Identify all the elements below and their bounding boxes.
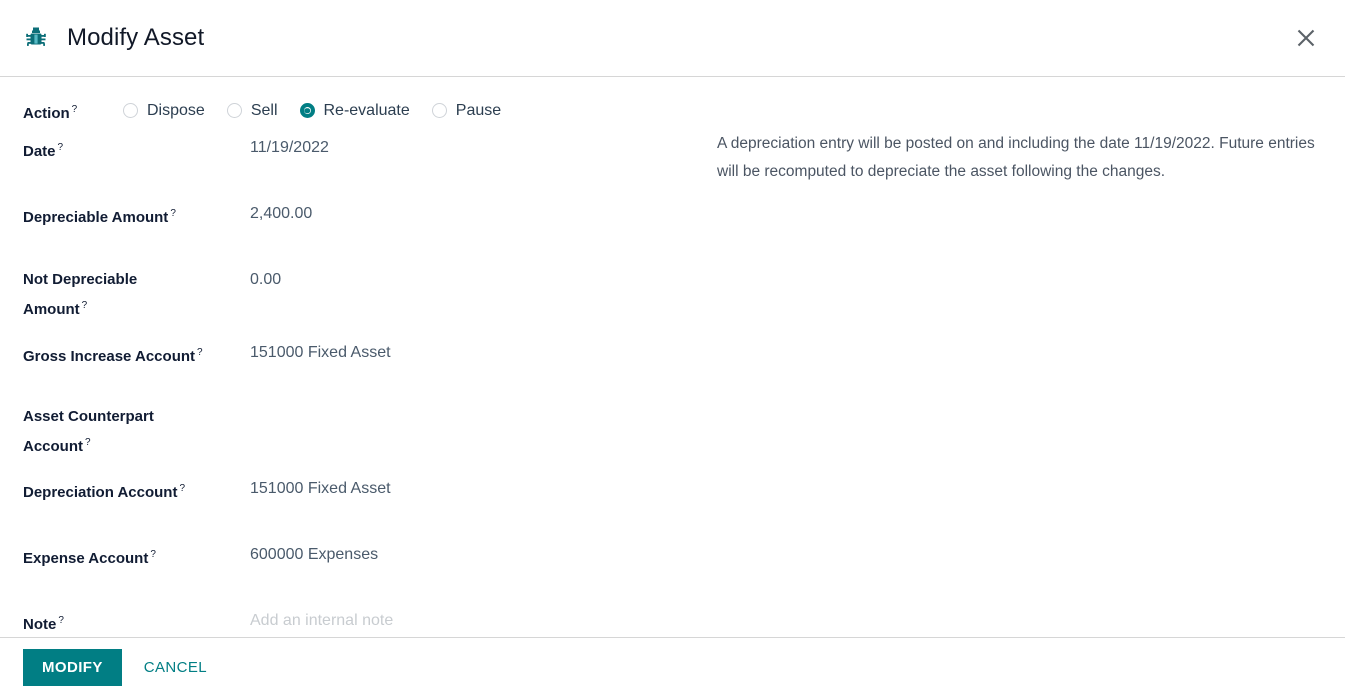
radio-indicator-dispose[interactable]	[123, 103, 138, 118]
field-label-date-text: Date	[23, 143, 56, 160]
field-value-depreciable-amount[interactable]: 2,400.00	[250, 201, 695, 227]
field-label-note: Note?	[23, 608, 250, 637]
dialog-footer: MODIFY CANCEL	[0, 637, 1345, 697]
field-value-depreciation-account[interactable]: 151000 Fixed Asset	[250, 476, 695, 502]
field-value-expense-account[interactable]: 600000 Expenses	[250, 542, 695, 568]
field-label-asset-counterpart-account-line2: Account	[23, 438, 83, 455]
field-label-gross-increase-account: Gross Increase Account?	[23, 340, 250, 370]
cancel-button[interactable]: CANCEL	[130, 649, 221, 686]
field-label-not-depreciable-amount-line1: Not Depreciable	[23, 271, 138, 288]
note-input[interactable]: Add an internal note	[250, 608, 695, 634]
field-row-action: Action? Dispose Sell Re-evaluate Pause	[23, 99, 695, 125]
help-marker-not-depreciable-amount[interactable]: ?	[82, 300, 88, 311]
modify-button[interactable]: MODIFY	[23, 649, 122, 686]
field-label-not-depreciable-amount: Not Depreciable Amount?	[23, 267, 250, 323]
radio-indicator-sell[interactable]	[226, 103, 242, 118]
modify-asset-dialog: Modify Asset Action? Dispose Sell Re-eva…	[0, 0, 1345, 697]
field-row-not-depreciable-amount: Not Depreciable Amount? 0.00	[23, 267, 695, 323]
field-row-date: Date? 11/19/2022	[23, 135, 695, 181]
radio-label-dispose: Dispose	[147, 101, 205, 119]
help-marker-expense-account[interactable]: ?	[150, 549, 156, 560]
depreciation-info-text: A depreciation entry will be posted on a…	[717, 135, 1315, 180]
action-radio-group: Dispose Sell Re-evaluate Pause	[123, 101, 501, 121]
radio-label-re-evaluate: Re-evaluate	[323, 101, 410, 119]
radio-option-re-evaluate[interactable]: Re-evaluate	[299, 101, 410, 121]
help-marker-gross-increase-account[interactable]: ?	[197, 347, 203, 358]
form-sheet: Action? Dispose Sell Re-evaluate Pause D…	[0, 77, 1345, 637]
field-label-depreciable-amount: Depreciable Amount?	[23, 201, 250, 231]
field-row-depreciable-amount: Depreciable Amount? 2,400.00	[23, 201, 695, 247]
help-marker-depreciable-amount[interactable]: ?	[170, 208, 176, 219]
page-title: Modify Asset	[67, 24, 205, 51]
radio-label-sell: Sell	[250, 101, 278, 119]
radio-indicator-re-evaluate[interactable]	[299, 103, 315, 118]
dialog-header: Modify Asset	[0, 0, 1345, 77]
field-value-gross-increase-account[interactable]: 151000 Fixed Asset	[250, 340, 695, 366]
field-value-date[interactable]: 11/19/2022	[250, 135, 695, 161]
help-marker-action[interactable]: ?	[72, 104, 78, 115]
radio-indicator-pause[interactable]	[431, 103, 447, 118]
field-label-depreciation-account: Depreciation Account?	[23, 476, 250, 506]
help-marker-depreciation-account[interactable]: ?	[179, 483, 185, 494]
field-label-gross-increase-account-text: Gross Increase Account	[23, 348, 196, 365]
field-label-expense-account: Expense Account?	[23, 542, 250, 572]
dialog-body: Action? Dispose Sell Re-evaluate Pause D…	[0, 77, 1345, 637]
form-right-column: A depreciation entry will be posted on a…	[695, 99, 1322, 637]
close-icon[interactable]	[1289, 21, 1323, 55]
field-row-asset-counterpart-account: Asset Counterpart Account?	[23, 404, 695, 460]
help-marker-asset-counterpart-account[interactable]: ?	[85, 437, 91, 448]
field-row-depreciation-account: Depreciation Account? 151000 Fixed Asset	[23, 476, 695, 522]
help-marker-date[interactable]: ?	[58, 142, 64, 153]
field-label-note-text: Note	[23, 616, 57, 633]
field-label-asset-counterpart-account-line1: Asset Counterpart	[23, 408, 154, 425]
field-value-asset-counterpart-account[interactable]	[250, 404, 695, 430]
field-label-action: Action?	[23, 99, 123, 125]
help-marker-note[interactable]: ?	[58, 615, 64, 626]
field-row-note: Note? Add an internal note	[23, 608, 695, 637]
field-label-depreciable-amount-text: Depreciable Amount	[23, 209, 169, 226]
radio-label-pause: Pause	[455, 101, 502, 119]
field-row-gross-increase-account: Gross Increase Account? 151000 Fixed Ass…	[23, 340, 695, 386]
field-row-expense-account: Expense Account? 600000 Expenses	[23, 542, 695, 588]
field-label-action-text: Action	[23, 105, 70, 122]
dialog-title-group: Modify Asset	[23, 25, 204, 51]
field-label-depreciation-account-text: Depreciation Account	[23, 484, 178, 501]
field-value-not-depreciable-amount[interactable]: 0.00	[250, 267, 695, 293]
radio-option-pause[interactable]: Pause	[431, 101, 502, 121]
field-label-date: Date?	[23, 135, 250, 165]
field-label-asset-counterpart-account: Asset Counterpart Account?	[23, 404, 250, 460]
field-label-expense-account-text: Expense Account	[23, 550, 149, 567]
field-label-not-depreciable-amount-line2: Amount	[23, 301, 80, 318]
form-left-column: Action? Dispose Sell Re-evaluate Pause D…	[23, 99, 695, 637]
radio-option-sell[interactable]: Sell	[226, 101, 278, 121]
radio-option-dispose[interactable]: Dispose	[123, 101, 205, 121]
bug-icon	[23, 25, 49, 51]
